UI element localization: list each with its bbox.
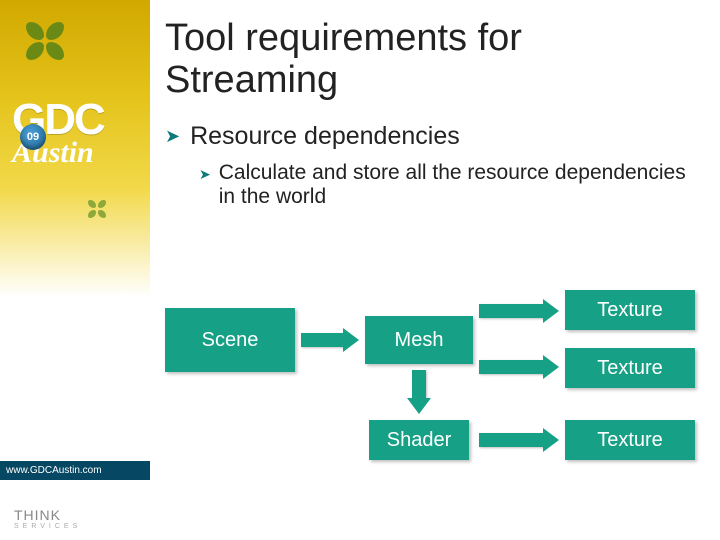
node-texture: Texture	[565, 290, 695, 330]
node-shader: Shader	[369, 420, 469, 460]
gdc-logo: GDC 09 Austin	[12, 100, 138, 170]
url-bar: www.GDCAustin.com	[0, 461, 150, 480]
arrow-icon	[479, 304, 545, 318]
arrow-icon	[301, 333, 345, 347]
bullet-marker-icon: ➤	[199, 161, 211, 188]
node-texture: Texture	[565, 348, 695, 388]
sidebar: GDC 09 Austin www.GDCAustin.com THINK SE…	[0, 0, 150, 540]
node-scene: Scene	[165, 308, 295, 372]
bullet-level-1: ➤ Resource dependencies	[165, 122, 702, 151]
bullet-marker-icon: ➤	[165, 122, 180, 151]
arrow-icon	[479, 433, 545, 447]
brand-tag: SERVICES	[14, 523, 81, 530]
dependency-diagram: Scene Mesh Shader Texture Texture Textur…	[165, 290, 705, 510]
bullet-1-text: Resource dependencies	[190, 122, 460, 151]
slide-content: Tool requirements for Streaming ➤ Resour…	[165, 18, 702, 209]
bullet-2-text: Calculate and store all the resource dep…	[219, 161, 702, 209]
arrow-icon	[412, 370, 426, 400]
arrow-icon	[479, 360, 545, 374]
slide-title: Tool requirements for Streaming	[165, 18, 702, 102]
bullet-level-2: ➤ Calculate and store all the resource d…	[199, 161, 702, 209]
small-clover-icon	[86, 198, 108, 220]
brand-text: THINK	[14, 507, 61, 523]
think-logo: THINK SERVICES	[14, 507, 81, 530]
node-mesh: Mesh	[365, 316, 473, 364]
year-badge: 09	[20, 124, 46, 150]
node-texture: Texture	[565, 420, 695, 460]
clover-icon	[22, 18, 68, 64]
